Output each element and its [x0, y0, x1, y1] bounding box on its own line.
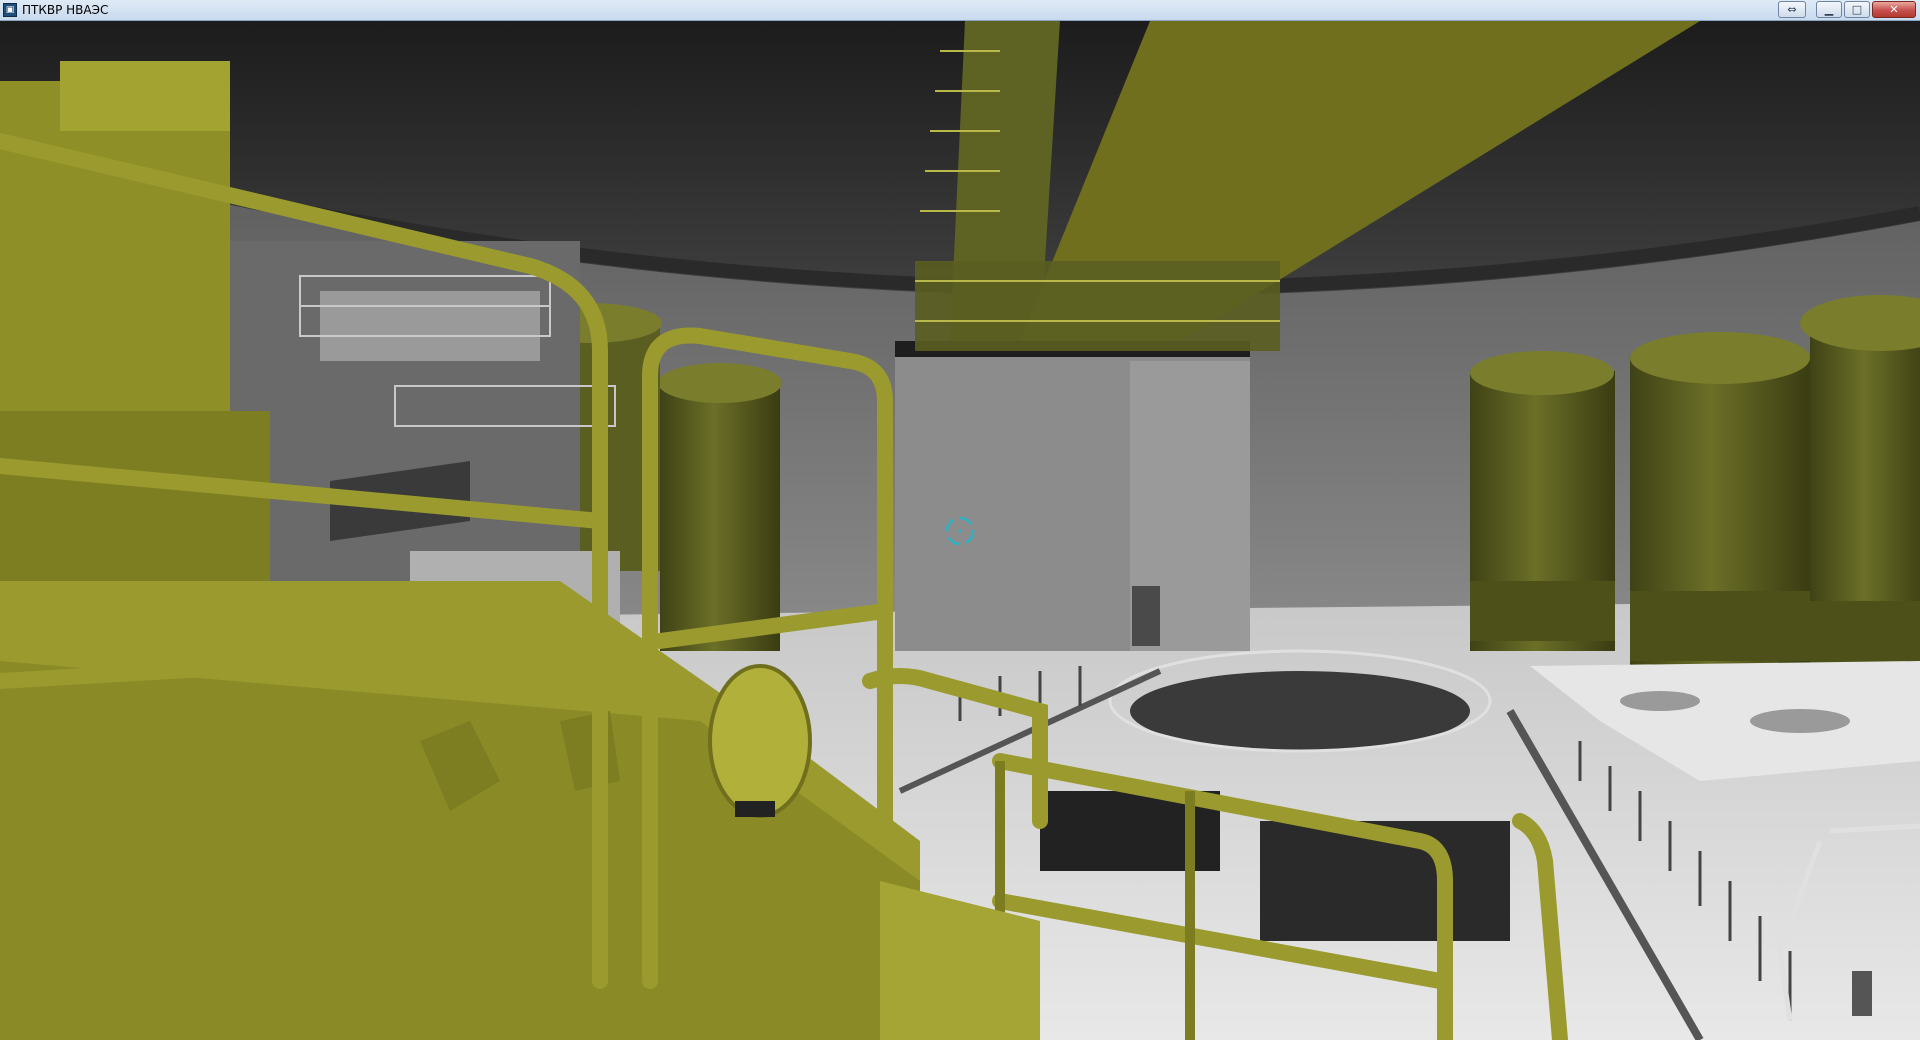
crane-trolley[interactable] [915, 261, 1280, 351]
right-floor-box [1852, 971, 1872, 1016]
floor-hatch-2[interactable] [1750, 709, 1850, 733]
foreground-motor-cap [60, 61, 230, 131]
floor-hatch-1[interactable] [1620, 691, 1700, 711]
foreground-gear-box[interactable] [0, 411, 270, 581]
window-title: ПТКВР НВАЭС [22, 3, 109, 17]
application-window: ▣ ПТКВР НВАЭС ⇔ ▁ □ ✕ [0, 0, 1920, 1040]
3d-viewport[interactable] [0, 21, 1920, 1040]
handwheel[interactable] [708, 664, 812, 818]
close-button[interactable]: ✕ [1872, 1, 1916, 18]
maximize-button[interactable]: □ [1844, 1, 1870, 18]
left-gantry [320, 291, 540, 361]
shaft-door[interactable] [1132, 586, 1160, 646]
swap-view-button[interactable]: ⇔ [1778, 1, 1806, 18]
handwheel-handle[interactable] [735, 801, 775, 817]
title-bar[interactable]: ▣ ПТКВР НВАЭС ⇔ ▁ □ ✕ [0, 0, 1920, 21]
app-icon[interactable]: ▣ [3, 3, 17, 17]
accumulator-tank-1[interactable] [1470, 351, 1615, 651]
accumulator-tank-3[interactable] [1800, 295, 1920, 671]
accumulator-tank-2[interactable] [1630, 332, 1810, 666]
reactor-hall-scene[interactable] [0, 21, 1920, 1040]
minimize-button[interactable]: ▁ [1816, 1, 1842, 18]
window-controls: ⇔ ▁ □ ✕ [1778, 1, 1916, 19]
